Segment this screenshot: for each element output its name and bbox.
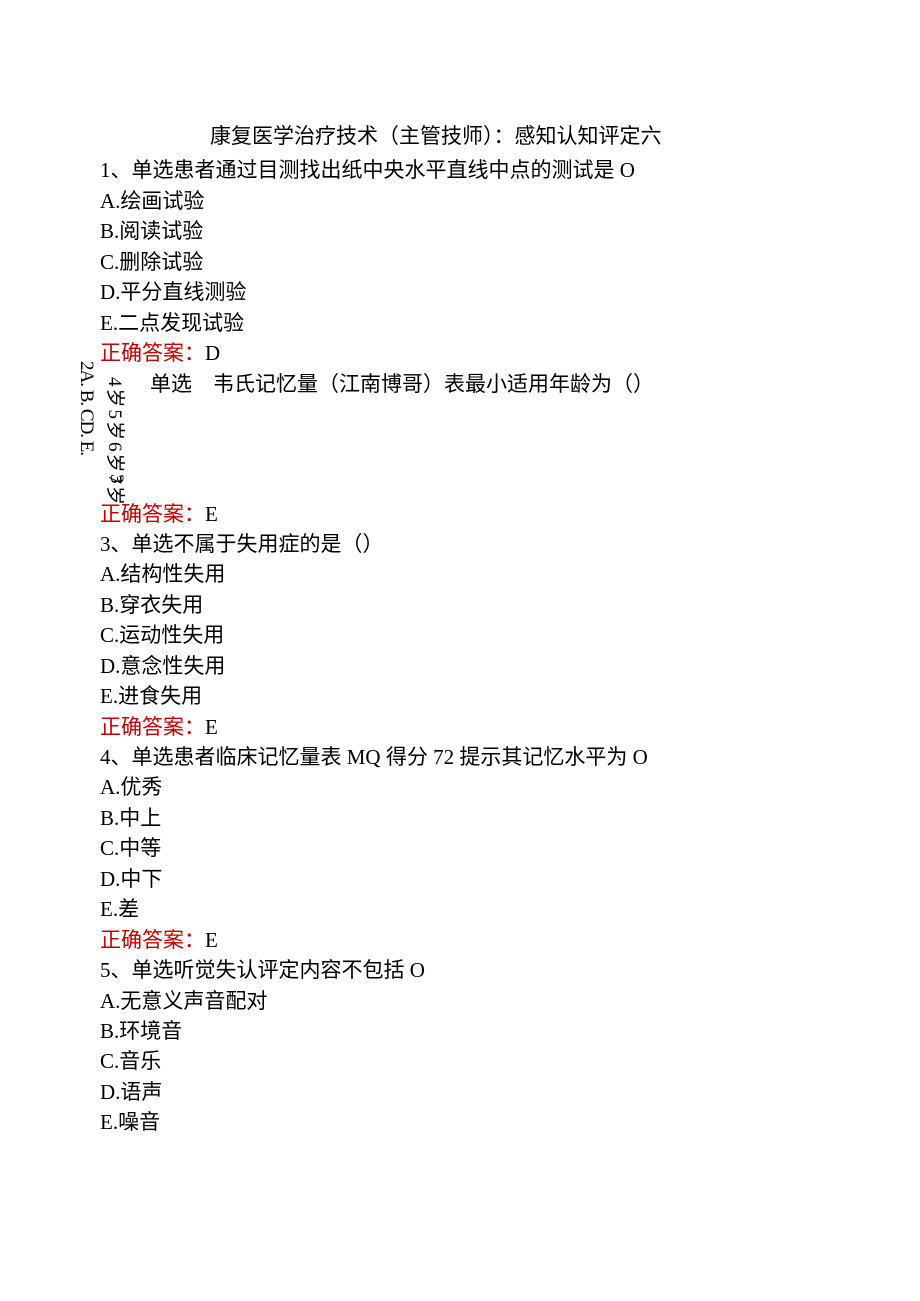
q3-option-d: D.意念性失用 (100, 651, 820, 681)
q3-answer-value: E (205, 715, 218, 739)
q4-option-d: D.中下 (100, 864, 820, 894)
q3-answer-label: 正确答案： (100, 715, 205, 739)
q1-answer: 正确答案：D (100, 338, 820, 368)
q5-option-a: A.无意义声音配对 (100, 986, 820, 1016)
q1-option-d: D.平分直线测验 (100, 277, 820, 307)
q2-rotated-options: 4岁5岁6岁7岁 (100, 377, 128, 507)
q3-option-b: B.穿衣失用 (100, 590, 820, 620)
q1-option-a: A.绘画试验 (100, 186, 820, 216)
q2-answer: 正确答案：E (100, 499, 820, 529)
q1-answer-label: 正确答案： (100, 341, 205, 365)
page-title: 康复医学治疗技术（主管技师）：感知认知评定六 (210, 121, 820, 151)
q4-answer: 正确答案：E (100, 925, 820, 955)
q4-stem: 4、单选患者临床记忆量表 MQ 得分 72 提示其记忆水平为 O (100, 742, 820, 772)
q4-option-e: E.差 (100, 894, 820, 924)
q2-stem-rest: 韦氏记忆量（江南博哥）表最小适用年龄为（） (213, 372, 654, 396)
q5-option-b: B.环境音 (100, 1016, 820, 1046)
q3-option-e: E.进食失用 (100, 681, 820, 711)
q2-extra: 3 (102, 474, 130, 484)
q4-option-c: C.中等 (100, 833, 820, 863)
q5-stem: 5、单选听觉失认评定内容不包括 O (100, 955, 820, 985)
q2-block: 单选 韦氏记忆量（江南博哥）表最小适用年龄为（） 2A. B. CD. E. 4… (100, 369, 820, 499)
q1-option-e: E.二点发现试验 (100, 308, 820, 338)
q2-stem-prefix: 单选 (150, 372, 192, 396)
q1-option-b: B.阅读试验 (100, 216, 820, 246)
q3-option-c: C.运动性失用 (100, 620, 820, 650)
q4-answer-label: 正确答案： (100, 928, 205, 952)
q2-answer-value: E (205, 502, 218, 526)
q4-option-b: B.中上 (100, 803, 820, 833)
q2-stem: 单选 韦氏记忆量（江南博哥）表最小适用年龄为（） (100, 369, 820, 399)
q3-stem: 3、单选不属于失用症的是（） (100, 529, 820, 559)
q4-option-a: A.优秀 (100, 772, 820, 802)
q5-option-d: D.语声 (100, 1077, 820, 1107)
q3-option-a: A.结构性失用 (100, 559, 820, 589)
q1-option-c: C.删除试验 (100, 247, 820, 277)
q1-answer-value: D (205, 341, 220, 365)
q4-answer-value: E (205, 928, 218, 952)
q3-answer: 正确答案：E (100, 712, 820, 742)
q2-rotated-labels: 2A. B. CD. E. (72, 361, 100, 455)
q5-option-e: E.噪音 (100, 1107, 820, 1137)
q5-option-c: C.音乐 (100, 1046, 820, 1076)
q1-stem: 1、单选患者通过目测找出纸中央水平直线中点的测试是 O (100, 155, 820, 185)
